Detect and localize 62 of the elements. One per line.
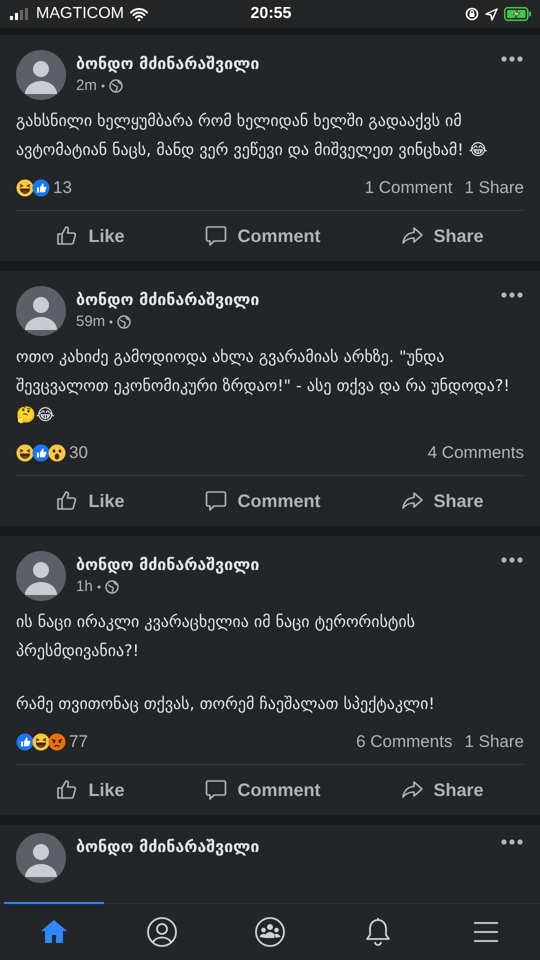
comment-button[interactable]: Comment [195,772,330,808]
speech-bubble-icon [205,778,230,802]
separator-dot-icon [100,84,105,88]
post-text: ოთო კახიძე გამოდიოდა ახლა გვარამიას არხზე. "უნდა შევცვალოთ ეკონომიკური ზრდაო!" - ასე თქვა და რა უნდოდა?! 🤔😂 [16,346,511,426]
share-count[interactable]: 1 Share [464,178,524,198]
more-options-icon[interactable] [501,557,523,563]
share-count[interactable]: 1 Share [464,732,524,752]
post-time[interactable]: 59m [76,313,106,330]
like-button[interactable]: Like [46,483,135,519]
avatar-icon[interactable] [16,286,66,336]
separator-dot-icon [109,320,114,324]
avatar-icon[interactable] [16,833,66,883]
comment-button[interactable]: Comment [195,218,330,254]
author-name[interactable]: ბონდო მძინარაშვილი [76,555,491,574]
reaction-count[interactable]: 13 [53,178,72,198]
author-name[interactable]: ბონდო მძინარაშვილი [76,54,491,73]
speech-bubble-icon [205,224,230,248]
post-text: ის ნაცი ირაკლი კვარაცხელია იმ ნაცი ტერორისტის პრესმდივანია?! [16,611,416,662]
like-button[interactable]: Like [46,772,135,808]
post-text: გახსნილი ხელყუმბარა რომ ხელიდან ხელში გადააქვს იმ ავტომატიან ნაცს, მანდ ვერ ვეწევი და მიშველეთ ვინცხამ! 😂 [16,110,488,161]
post-time[interactable]: 1h [76,578,93,595]
groups-icon[interactable] [254,916,286,948]
surprised-reaction-icon [48,444,66,462]
reaction-count[interactable]: 30 [69,443,88,463]
like-button[interactable]: Like [46,218,135,254]
globe-icon [104,580,119,594]
share-button[interactable]: Share [391,218,494,254]
comment-count[interactable]: 1 Comment [364,178,452,198]
globe-icon [117,314,132,328]
laughing-reaction-icon [16,179,34,197]
post-text: რამე თვითონაც თქვას, თორემ ჩაეშალათ სპექტაკლი! [16,693,436,715]
signal-icon [10,8,30,20]
profile-icon[interactable] [146,916,178,948]
location-arrow-icon [484,8,498,20]
author-name[interactable]: ბონდო მძინარაშვილი [76,290,491,309]
avatar-icon[interactable] [16,50,66,100]
post-time[interactable]: 2m [76,77,97,94]
separator-dot-icon [96,584,101,588]
angry-reaction-icon [48,733,66,751]
like-reaction-icon [32,444,50,462]
speech-bubble-icon [205,489,230,513]
more-options-icon[interactable] [501,839,523,845]
globe-icon [108,78,123,92]
rotation-lock-icon [464,7,479,21]
carrier-name: MAGTICOM [36,5,124,23]
avatar-icon[interactable] [16,551,66,601]
share-button[interactable]: Share [391,483,494,519]
more-options-icon[interactable] [501,56,523,62]
laughing-reaction-icon [16,444,34,462]
like-reaction-icon [16,733,34,751]
more-options-icon[interactable] [501,292,523,298]
clock-time: 20:55 [250,5,292,23]
comment-count[interactable]: 6 Comments [356,732,452,752]
author-name[interactable]: ბონდო მძინარაშვილი [76,837,491,856]
share-button[interactable]: Share [391,772,494,808]
comment-count[interactable]: 4 Comments [428,443,524,463]
laughing-reaction-icon [32,733,50,751]
like-reaction-icon [32,179,50,197]
battery-charging-icon [504,7,532,21]
wifi-icon [130,8,148,20]
comment-button[interactable]: Comment [195,483,330,519]
reaction-count[interactable]: 77 [69,732,88,752]
